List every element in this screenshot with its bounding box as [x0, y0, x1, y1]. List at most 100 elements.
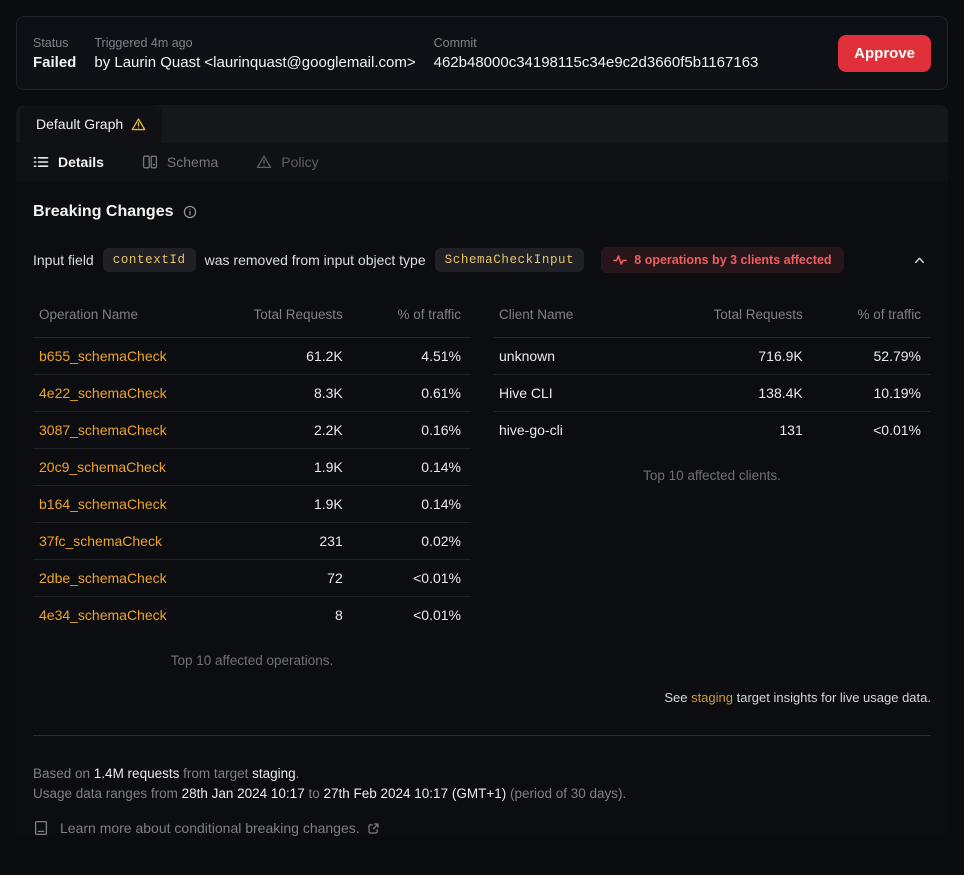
- triggered-by: by Laurin Quast <laurinquast@googlemail.…: [94, 54, 415, 71]
- operation-link[interactable]: 4e22_schemaCheck: [39, 385, 167, 401]
- target-name: staging: [252, 766, 296, 781]
- code-badge-field: contextId: [103, 248, 196, 272]
- staging-insights-link[interactable]: staging: [691, 690, 733, 705]
- clients-column: Client Name Total Requests % of traffic …: [493, 303, 931, 668]
- operation-traffic: 0.02%: [353, 522, 471, 559]
- table-row: unknown 716.9K 52.79%: [493, 337, 931, 374]
- operation-requests: 2.2K: [191, 411, 353, 448]
- table-row: Hive CLI 138.4K 10.19%: [493, 374, 931, 411]
- range-line: Usage data ranges from 28th Jan 2024 10:…: [33, 784, 931, 804]
- chevron-up-icon: [912, 253, 927, 268]
- table-row: 4e34_schemaCheck 8 <0.01%: [33, 596, 471, 633]
- affected-chip-label: 8 operations by 3 clients affected: [634, 253, 831, 267]
- range-prefix: Usage data ranges from: [33, 786, 182, 801]
- breaking-change-row: Input field contextId was removed from i…: [33, 247, 931, 273]
- requests-count: 1.4M requests: [94, 766, 180, 781]
- clients-header-row: Client Name Total Requests % of traffic: [493, 303, 931, 337]
- external-link-icon: [367, 822, 380, 835]
- policy-warning-icon: [256, 154, 272, 170]
- learn-more-link[interactable]: Learn more about conditional breaking ch…: [60, 820, 380, 836]
- commit-label: Commit: [434, 36, 759, 50]
- status-block: Status Failed: [33, 36, 76, 71]
- table-row: 37fc_schemaCheck 231 0.02%: [33, 522, 471, 559]
- operation-link[interactable]: 4e34_schemaCheck: [39, 607, 167, 623]
- period-end: .: [296, 766, 300, 781]
- status-value: Failed: [33, 54, 76, 71]
- page: Status Failed Triggered 4m ago by Laurin…: [0, 0, 964, 836]
- graph-tabstrip: Default Graph: [16, 105, 948, 143]
- operation-traffic: <0.01%: [353, 559, 471, 596]
- operations-table: Operation Name Total Requests % of traff…: [33, 303, 471, 633]
- operation-requests: 8: [191, 596, 353, 633]
- based-on-line: Based on 1.4M requests from target stagi…: [33, 764, 931, 784]
- info-icon[interactable]: [183, 205, 197, 219]
- operations-header-row: Operation Name Total Requests % of traff…: [33, 303, 471, 337]
- operations-header-name: Operation Name: [33, 303, 191, 337]
- operation-link[interactable]: 37fc_schemaCheck: [39, 533, 162, 549]
- commit-hash: 462b48000c34198115c34e9c2d3660f5b1167163: [434, 54, 759, 71]
- clients-table: Client Name Total Requests % of traffic …: [493, 303, 931, 448]
- operation-requests: 231: [191, 522, 353, 559]
- table-row: b655_schemaCheck 61.2K 4.51%: [33, 337, 471, 374]
- operation-link[interactable]: b655_schemaCheck: [39, 348, 167, 364]
- change-prefix: Input field: [33, 252, 94, 268]
- operation-link[interactable]: 2dbe_schemaCheck: [39, 570, 167, 586]
- nav-tab-policy-label: Policy: [281, 154, 318, 170]
- code-badge-type: SchemaCheckInput: [435, 248, 585, 272]
- nav-tab-policy[interactable]: Policy: [256, 154, 318, 170]
- operation-requests: 61.2K: [191, 337, 353, 374]
- tab-default-graph[interactable]: Default Graph: [20, 105, 162, 143]
- client-name: unknown: [493, 337, 651, 374]
- client-requests: 716.9K: [651, 337, 813, 374]
- operation-link[interactable]: 20c9_schemaCheck: [39, 459, 166, 475]
- operations-table-note: Top 10 affected operations.: [33, 653, 471, 668]
- insights-suffix: target insights for live usage data.: [733, 690, 931, 705]
- nav-tab-details-label: Details: [58, 154, 104, 170]
- operations-header-requests: Total Requests: [191, 303, 353, 337]
- client-name: Hive CLI: [493, 374, 651, 411]
- operation-requests: 72: [191, 559, 353, 596]
- approve-button[interactable]: Approve: [838, 35, 931, 72]
- table-row: hive-go-cli 131 <0.01%: [493, 411, 931, 448]
- check-header-card: Status Failed Triggered 4m ago by Laurin…: [16, 16, 948, 90]
- affected-operations-chip: 8 operations by 3 clients affected: [601, 247, 843, 273]
- check-nav: Details Schema Policy: [16, 143, 948, 181]
- operation-requests: 1.9K: [191, 448, 353, 485]
- client-traffic: 52.79%: [813, 337, 931, 374]
- nav-tab-schema[interactable]: Schema: [142, 154, 218, 170]
- range-to: to: [305, 786, 324, 801]
- commit-block: Commit 462b48000c34198115c34e9c2d3660f5b…: [434, 36, 759, 71]
- operation-link[interactable]: b164_schemaCheck: [39, 496, 167, 512]
- clients-table-note: Top 10 affected clients.: [493, 468, 931, 483]
- learn-more-row: Learn more about conditional breaking ch…: [33, 820, 931, 836]
- clients-header-name: Client Name: [493, 303, 651, 337]
- clients-header-requests: Total Requests: [651, 303, 813, 337]
- list-icon: [33, 154, 49, 170]
- client-requests: 138.4K: [651, 374, 813, 411]
- nav-tab-details[interactable]: Details: [33, 154, 104, 170]
- status-label: Status: [33, 36, 76, 50]
- operation-requests: 8.3K: [191, 374, 353, 411]
- collapse-change-button[interactable]: [908, 249, 931, 272]
- usage-footer: Based on 1.4M requests from target stagi…: [33, 764, 931, 804]
- operation-link[interactable]: 3087_schemaCheck: [39, 422, 167, 438]
- from-target-text: from target: [179, 766, 252, 781]
- warning-icon: [131, 117, 146, 132]
- table-row: 4e22_schemaCheck 8.3K 0.61%: [33, 374, 471, 411]
- triggered-label: Triggered 4m ago: [94, 36, 415, 50]
- date-from: 28th Jan 2024 10:17: [182, 786, 305, 801]
- operation-requests: 1.9K: [191, 485, 353, 522]
- table-row: b164_schemaCheck 1.9K 0.14%: [33, 485, 471, 522]
- client-traffic: 10.19%: [813, 374, 931, 411]
- nav-tab-schema-label: Schema: [167, 154, 218, 170]
- operation-traffic: 0.14%: [353, 448, 471, 485]
- breaking-changes-title: Breaking Changes: [33, 203, 173, 221]
- table-row: 2dbe_schemaCheck 72 <0.01%: [33, 559, 471, 596]
- client-requests: 131: [651, 411, 813, 448]
- clients-header-traffic: % of traffic: [813, 303, 931, 337]
- schema-icon: [142, 154, 158, 170]
- operation-traffic: 0.16%: [353, 411, 471, 448]
- operation-traffic: 0.14%: [353, 485, 471, 522]
- book-icon: [33, 820, 49, 836]
- range-suffix: (period of 30 days).: [506, 786, 626, 801]
